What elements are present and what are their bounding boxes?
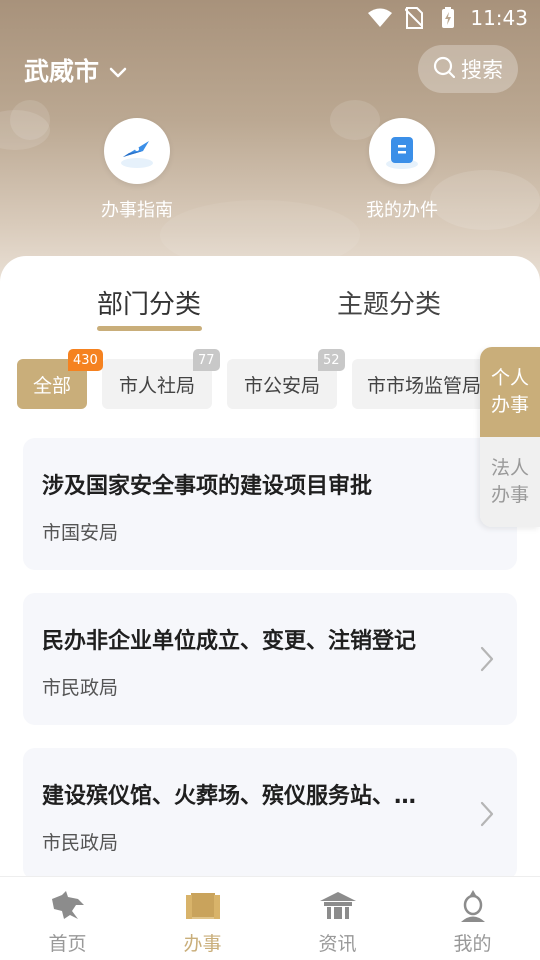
chevron-right-icon — [479, 800, 495, 828]
tab-theme[interactable]: 主题分类 — [337, 284, 441, 321]
guide-button[interactable]: 办事指南 — [77, 118, 197, 222]
nav-mine-label: 我的 — [453, 933, 492, 955]
item-department: 市民政局 — [42, 832, 119, 854]
chevron-down-icon — [109, 56, 127, 85]
status-bar: 11:43 — [0, 0, 540, 36]
statue-icon — [453, 889, 493, 923]
horse-icon — [48, 889, 88, 923]
list-item[interactable]: 建设殡仪馆、火葬场、殡仪服务站、… 市民政局 — [23, 748, 517, 880]
side-tab-switcher: 个人办事 法人办事 — [480, 347, 540, 527]
chip-all-count-badge: 430 — [68, 349, 103, 371]
item-department: 市民政局 — [42, 677, 119, 699]
compass-icon — [104, 118, 170, 184]
side-tab-corporate[interactable]: 法人办事 — [480, 437, 540, 527]
item-title: 民办非企业单位成立、变更、注销登记 — [42, 629, 417, 654]
search-button[interactable]: 搜索 — [418, 45, 518, 93]
nav-services-label: 办事 — [183, 933, 222, 955]
chip-market[interactable]: 市市场监管局 — [352, 359, 487, 409]
nav-news[interactable]: 资讯 — [270, 877, 405, 960]
nav-services[interactable]: 办事 — [135, 877, 270, 960]
nav-home-label: 首页 — [48, 933, 87, 955]
list-item[interactable]: 民办非企业单位成立、变更、注销登记 市民政局 — [23, 593, 517, 725]
item-title: 建设殡仪馆、火葬场、殡仪服务站、… — [42, 784, 417, 809]
chip-hrss-label: 市人社局 — [118, 374, 195, 397]
search-icon — [433, 56, 456, 83]
main-panel: 部门分类 主题分类 全部 市人社局 市公安局 市市场监管局 430 77 52 … — [0, 256, 540, 880]
no-sim-icon — [402, 6, 426, 30]
my-cases-button[interactable]: 我的办件 — [342, 118, 462, 222]
battery-charging-icon — [436, 6, 460, 30]
book-icon — [183, 889, 223, 923]
bottom-nav: 首页 办事 资讯 我的 — [0, 876, 540, 960]
chip-market-label: 市市场监管局 — [367, 374, 482, 397]
guide-label: 办事指南 — [101, 200, 173, 221]
chevron-right-icon — [479, 645, 495, 673]
city-label: 武威市 — [24, 57, 100, 86]
nav-mine[interactable]: 我的 — [405, 877, 540, 960]
nav-news-label: 资讯 — [318, 933, 357, 955]
list-item[interactable]: 涉及国家安全事项的建设项目审批 市国安局 — [23, 438, 517, 570]
status-time: 11:43 — [470, 6, 528, 30]
search-label: 搜索 — [461, 58, 503, 82]
city-selector[interactable]: 武威市 — [24, 52, 127, 88]
chip-hrss-count-badge: 77 — [193, 349, 220, 371]
tab-department[interactable]: 部门分类 — [97, 284, 201, 321]
chip-police-count-badge: 52 — [318, 349, 345, 371]
item-department: 市国安局 — [42, 522, 119, 544]
tab-indicator — [97, 326, 202, 331]
side-tab-personal[interactable]: 个人办事 — [480, 347, 540, 437]
document-icon — [369, 118, 435, 184]
pavilion-icon — [318, 889, 358, 923]
wifi-icon — [368, 6, 393, 30]
nav-home[interactable]: 首页 — [0, 877, 135, 960]
my-cases-label: 我的办件 — [366, 200, 438, 221]
chip-all-label: 全部 — [32, 374, 71, 397]
item-title: 涉及国家安全事项的建设项目审批 — [42, 474, 373, 499]
chip-police-label: 市公安局 — [243, 374, 320, 397]
